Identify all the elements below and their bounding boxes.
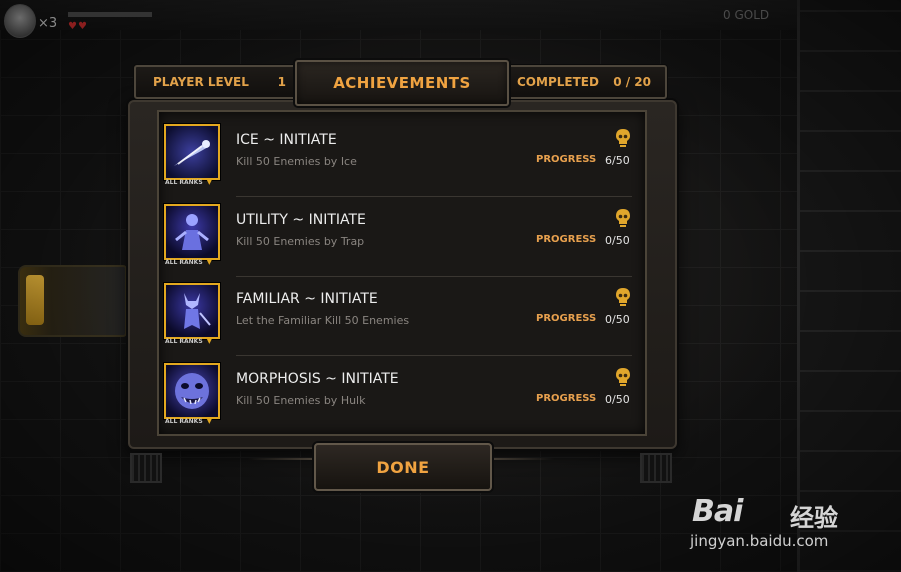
chevron-down-icon: ▼ <box>206 337 213 345</box>
watermark-url: jingyan.baidu.com <box>690 532 829 550</box>
completed-label: COMPLETED <box>517 75 599 89</box>
progress-label: PROGRESS <box>536 234 597 245</box>
progress-label: PROGRESS <box>536 313 597 324</box>
completed-value: 0 / 20 <box>613 75 651 89</box>
achievement-row[interactable]: ALL RANKS ▼ ICE ~ INITIATE Kill 50 Enemie… <box>160 110 640 188</box>
achievement-title: ICE ~ INITIATE <box>236 132 337 148</box>
ranks-dropdown[interactable]: ALL RANKS ▼ <box>165 337 212 345</box>
player-hud: ×3 ♥♥ <box>4 4 154 40</box>
achievement-row[interactable]: ALL RANKS ▼ FAMILIAR ~ INITIATE Let the F… <box>160 269 640 347</box>
achievement-row[interactable]: ALL RANKS ▼ UTILITY ~ INITIATE Kill 50 En… <box>160 190 640 268</box>
floor-grate-right <box>640 453 672 483</box>
achievement-description: Kill 50 Enemies by Hulk <box>236 394 366 407</box>
achievement-row[interactable]: ALL RANKS ▼ MORPHOSIS ~ INITIATE Kill 50 … <box>160 349 640 427</box>
skull-icon <box>616 368 630 386</box>
chevron-down-icon: ▼ <box>206 178 213 186</box>
ranks-dropdown[interactable]: ALL RANKS ▼ <box>165 417 212 425</box>
achievement-description: Kill 50 Enemies by Trap <box>236 235 365 248</box>
achievement-description: Kill 50 Enemies by Ice <box>236 155 357 168</box>
progress-value: 6/50 <box>605 154 630 167</box>
achievement-title: FAMILIAR ~ INITIATE <box>236 291 378 307</box>
lives-count: ×3 <box>38 16 58 31</box>
floor-grate-left <box>130 453 162 483</box>
skull-icon <box>616 209 630 227</box>
watermark: Bai 经验 jingyan.baidu.com <box>690 480 860 560</box>
player-portrait-icon <box>4 4 36 38</box>
gold-counter: 0 GOLD <box>723 8 770 22</box>
progress-value: 0/50 <box>605 393 630 406</box>
done-button[interactable]: DONE <box>314 443 492 491</box>
player-level-value: 1 <box>277 75 286 89</box>
skull-icon <box>616 288 630 306</box>
progress-value: 0/50 <box>605 313 630 326</box>
button-ornament-right <box>484 458 554 460</box>
button-ornament-left <box>248 458 318 460</box>
chevron-down-icon: ▼ <box>206 258 213 266</box>
ranks-dropdown[interactable]: ALL RANKS ▼ <box>165 258 212 266</box>
progress-value: 0/50 <box>605 234 630 247</box>
skull-icon <box>616 129 630 147</box>
achievement-title: MORPHOSIS ~ INITIATE <box>236 371 399 387</box>
watermark-brand-cn: 经验 <box>790 504 838 532</box>
completed-bar: COMPLETED 0 / 20 <box>505 65 667 99</box>
hulk-face-icon <box>164 363 220 419</box>
page-title: ACHIEVEMENTS <box>333 74 471 92</box>
chevron-down-icon: ▼ <box>206 417 213 425</box>
player-level-bar: PLAYER LEVEL 1 <box>134 65 298 99</box>
ranks-dropdown[interactable]: ALL RANKS ▼ <box>165 178 212 186</box>
achievement-description: Let the Familiar Kill 50 Enemies <box>236 314 410 327</box>
achievement-title: UTILITY ~ INITIATE <box>236 212 366 228</box>
watermark-brand: Bai <box>692 494 743 529</box>
done-button-label: DONE <box>376 457 430 477</box>
trap-figure-icon <box>164 204 220 260</box>
progress-label: PROGRESS <box>536 393 597 404</box>
progress-label: PROGRESS <box>536 154 597 165</box>
player-level-label: PLAYER LEVEL <box>153 75 249 89</box>
health-bar <box>68 12 152 17</box>
familiar-creature-icon <box>164 283 220 339</box>
achievements-title-tab: ACHIEVEMENTS <box>295 60 509 106</box>
ice-shard-icon <box>164 124 220 180</box>
hearts-icon: ♥♥ <box>68 21 88 32</box>
